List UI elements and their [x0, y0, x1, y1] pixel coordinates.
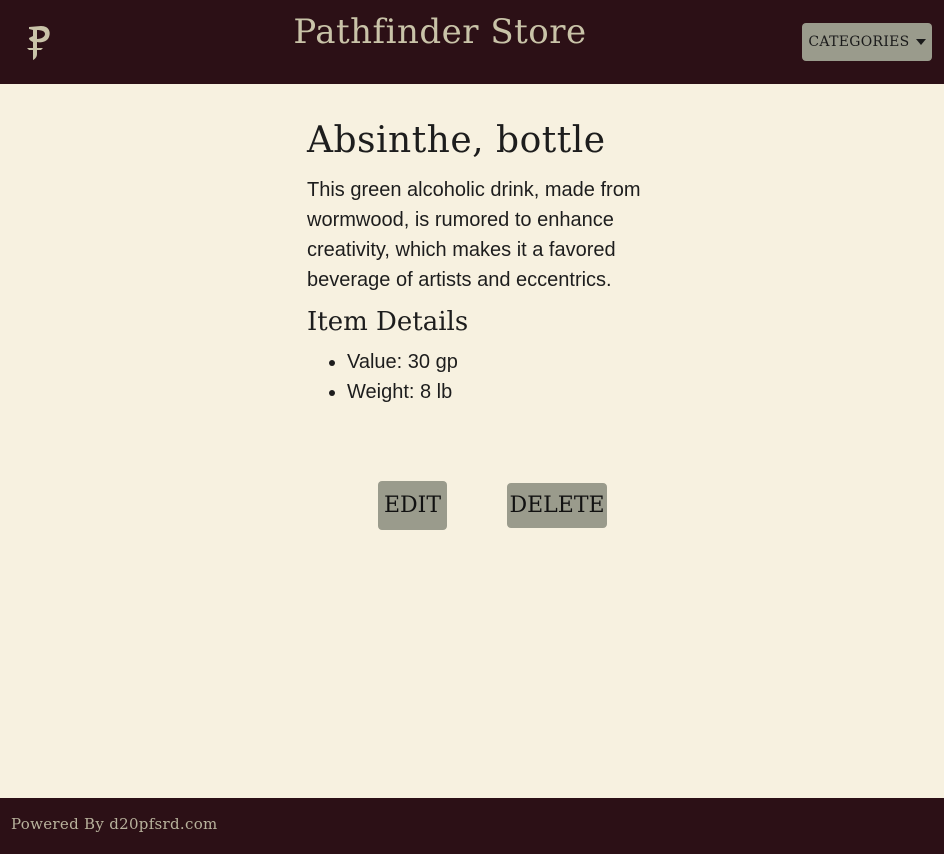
footer-credit: Powered By d20pfsrd.com: [11, 815, 218, 833]
item-detail: Absinthe, bottle This green alcoholic dr…: [307, 120, 667, 407]
item-description: This green alcoholic drink, made from wo…: [307, 179, 641, 291]
edit-button[interactable]: EDIT: [378, 481, 447, 530]
site-title[interactable]: Pathfinder Store: [0, 12, 880, 52]
detail-value: Value: 30 gp: [347, 347, 667, 377]
details-list: Value: 30 gp Weight: 8 lb: [307, 347, 667, 407]
categories-dropdown-button[interactable]: CATEGORIES: [802, 23, 932, 61]
delete-button[interactable]: DELETE: [507, 483, 607, 528]
categories-label: CATEGORIES: [808, 34, 910, 50]
footer: Powered By d20pfsrd.com: [0, 798, 944, 854]
navbar: Pathfinder Store CATEGORIES: [0, 0, 944, 84]
caret-down-icon: [915, 39, 926, 45]
details-heading: Item Details: [307, 307, 469, 337]
detail-weight: Weight: 8 lb: [347, 377, 667, 407]
item-title: Absinthe, bottle: [307, 120, 606, 161]
